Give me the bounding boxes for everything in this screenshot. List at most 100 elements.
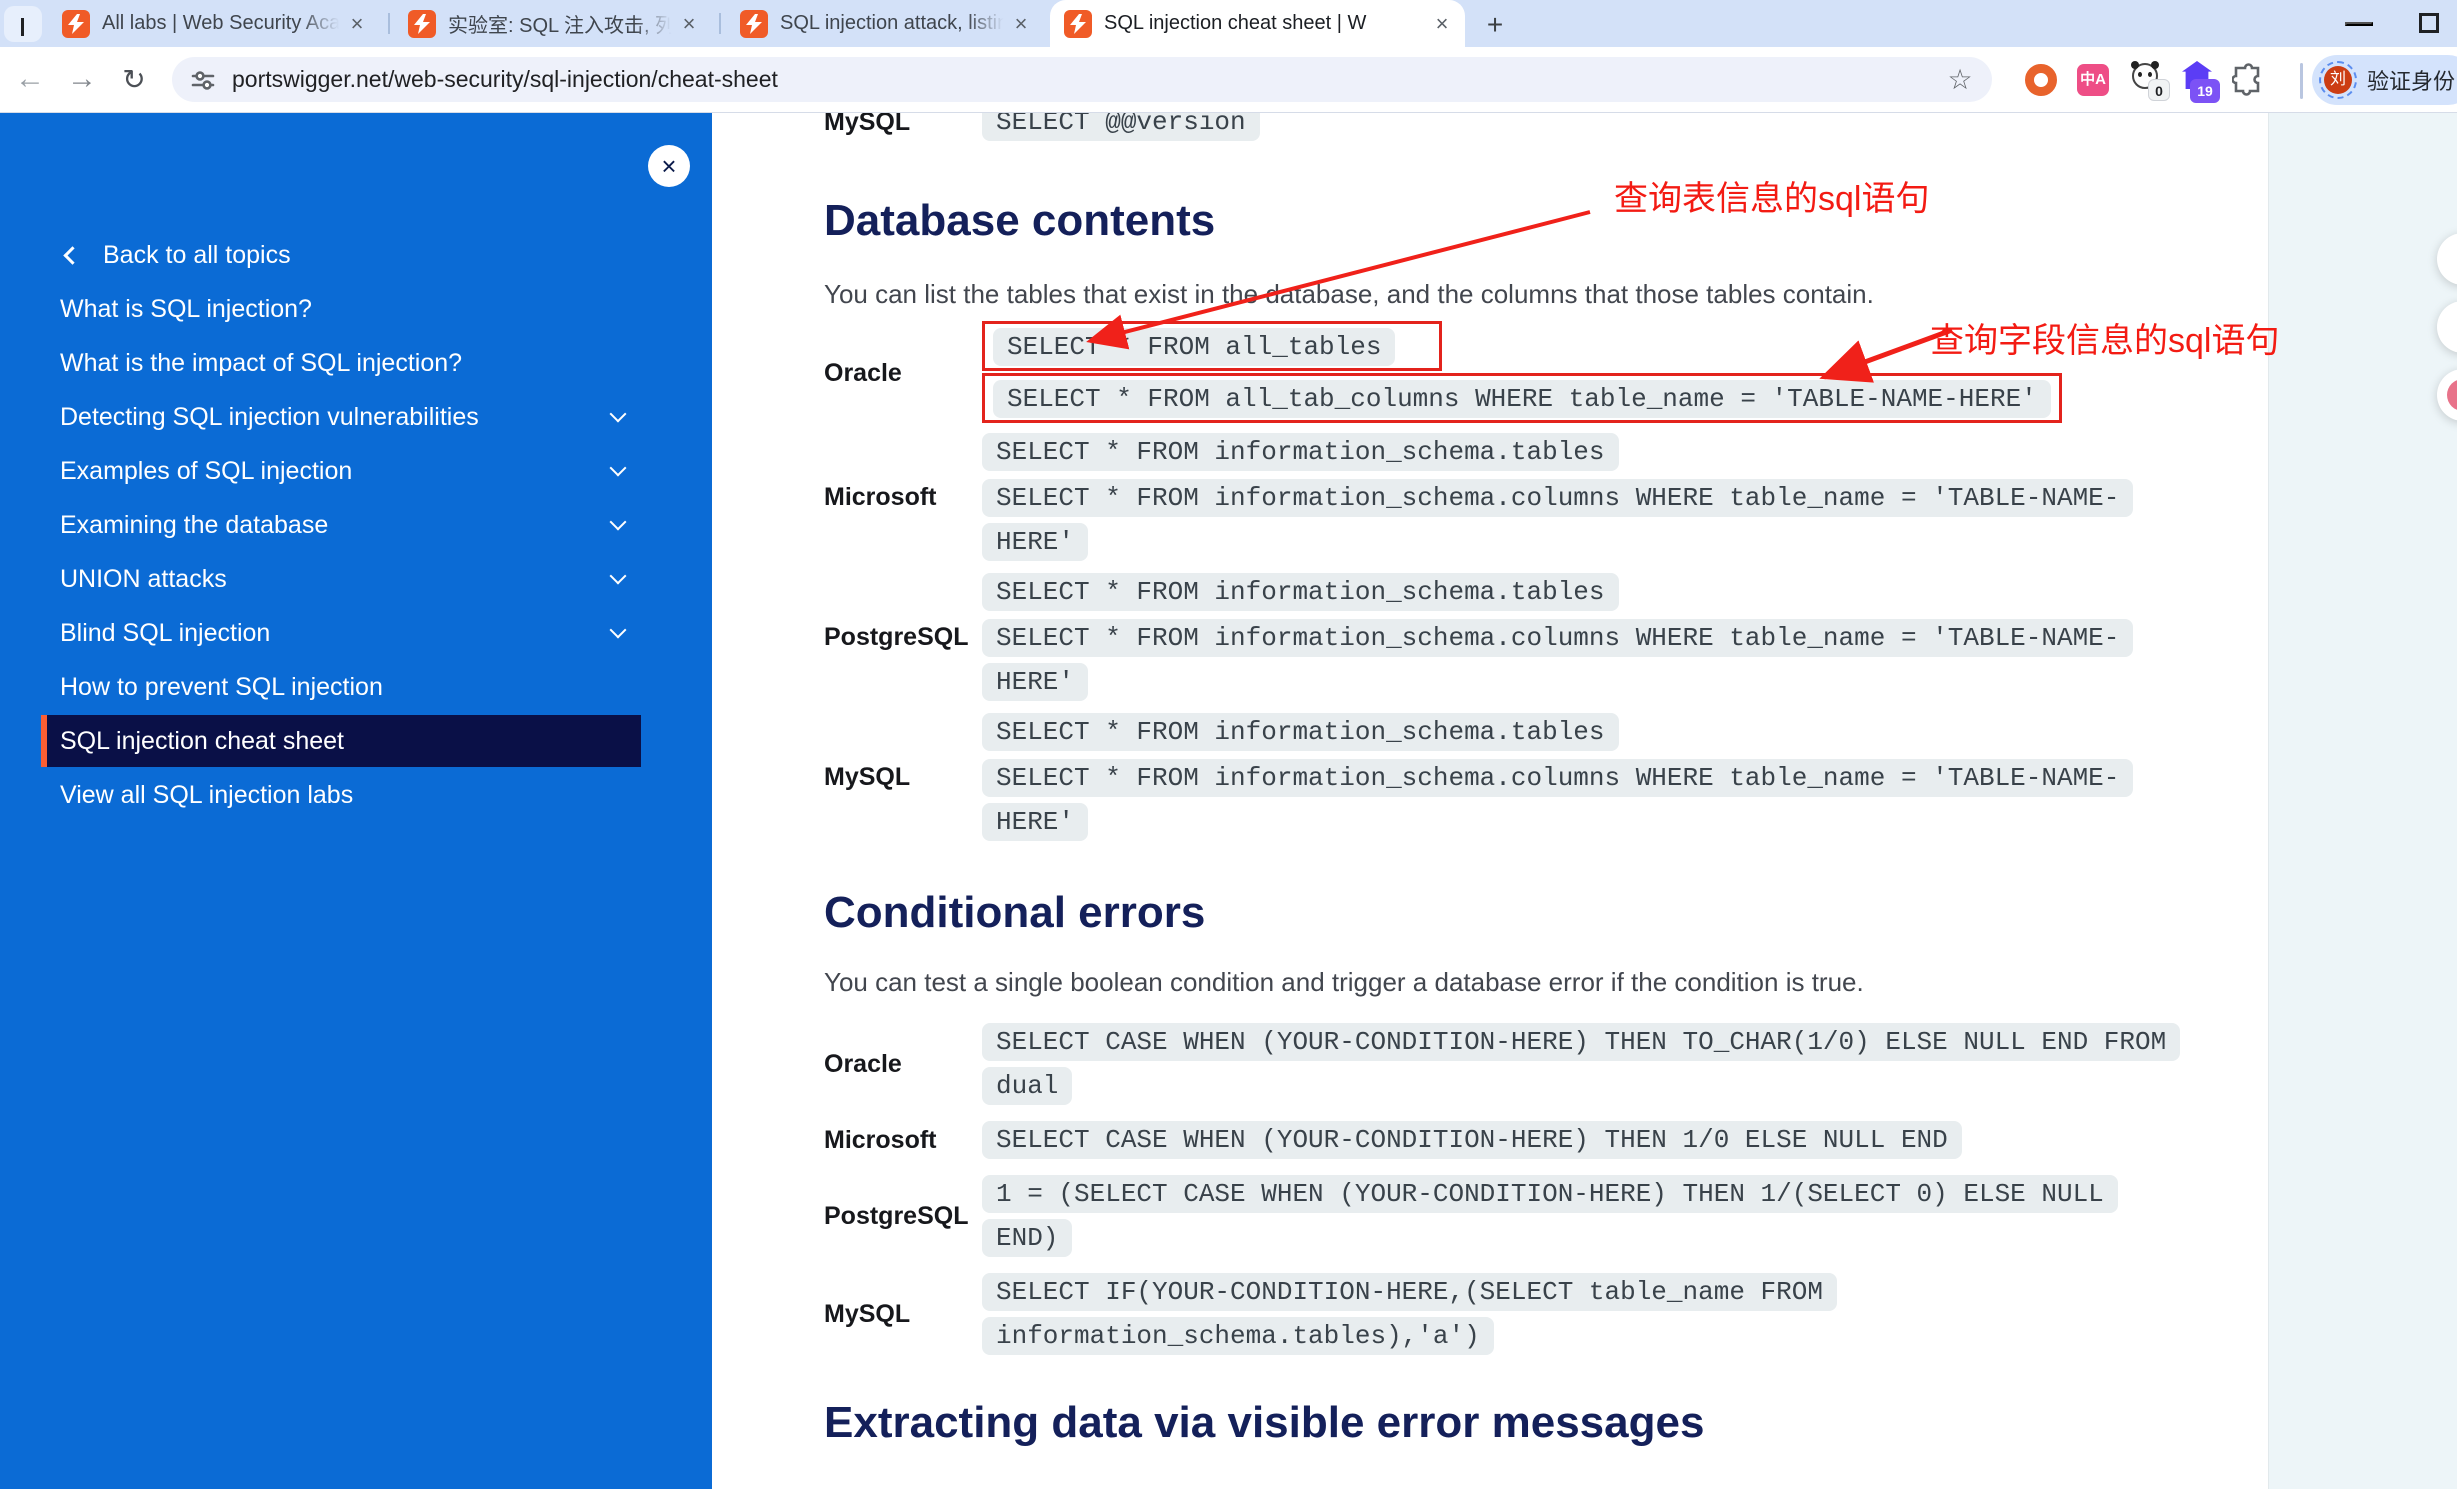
sidebar-item-view-all-labs[interactable]: View all SQL injection labs [0, 768, 712, 822]
sql-code: SELECT * FROM information_schema.columns… [982, 479, 2134, 561]
url-text[interactable]: portswigger.net/web-security/sql-injecti… [232, 66, 1942, 93]
tab-title: SQL injection attack, listing th [780, 12, 1008, 34]
page-right-strip [2268, 113, 2457, 1489]
code-row-microsoft: Microsoft SELECT * FROM information_sche… [824, 429, 2268, 565]
db-label: Oracle [824, 358, 902, 387]
tab-title: SQL injection cheat sheet | W [1104, 12, 1367, 34]
browser-window: All labs | Web Security Acade × 实验室: SQL… [0, 0, 2457, 1489]
avatar-ring: 刘 [2319, 61, 2357, 99]
tab-search-button[interactable] [4, 6, 42, 42]
red-highlight-box: SELECT * FROM all_tables [982, 321, 1443, 371]
floating-action-button[interactable] [2437, 233, 2457, 285]
portswigger-favicon-icon [408, 9, 436, 38]
floating-feedback-button[interactable] [2437, 369, 2457, 421]
sql-code: SELECT @@version [982, 113, 1260, 141]
sql-code: SELECT * FROM information_schema.columns… [982, 619, 2134, 701]
tab-strip: All labs | Web Security Acade × 实验室: SQL… [0, 0, 2457, 47]
sidebar-item-examples[interactable]: Examples of SQL injection [0, 444, 712, 498]
annotation-columns-note: 查询字段信息的sql语句 [1930, 322, 2280, 360]
sidebar-item-blind-sqli[interactable]: Blind SQL injection [0, 606, 712, 660]
sql-code: 1 = (SELECT CASE WHEN (YOUR-CONDITION-HE… [982, 1175, 2118, 1257]
tab-close-icon[interactable]: × [676, 11, 702, 37]
portswigger-favicon-icon [1064, 9, 1092, 38]
toolbar-divider [2300, 63, 2303, 99]
extension-panda-icon[interactable]: 0 [2124, 59, 2170, 101]
bookmark-star-icon[interactable]: ☆ [1942, 62, 1978, 98]
page-viewport: MySQL SELECT @@version Database contents… [0, 113, 2457, 1489]
db-label: PostgreSQL [824, 1201, 969, 1230]
sidebar-item-cheat-sheet-active[interactable]: SQL injection cheat sheet [41, 715, 641, 767]
extension-badge: 19 [2190, 79, 2220, 103]
sidebar-back-link[interactable]: Back to all topics [0, 233, 712, 277]
db-label: Microsoft [824, 1125, 937, 1154]
browser-toolbar: ← → ↻ portswigger.net/web-security/sql-i… [0, 47, 2457, 113]
tab-lab-cn[interactable]: 实验室: SQL 注入攻击, 列出 × [394, 0, 712, 47]
sql-code: SELECT CASE WHEN (YOUR-CONDITION-HERE) T… [982, 1023, 2181, 1105]
extension-house-icon[interactable]: 19 [2176, 59, 2220, 103]
extension-orange-circle-icon[interactable] [2020, 59, 2062, 101]
tab-sqli-attack[interactable]: SQL injection attack, listing th × [726, 0, 1044, 47]
sidebar-item-examining[interactable]: Examining the database [0, 498, 712, 552]
annotation-tables-note: 查询表信息的sql语句 [1614, 180, 1930, 218]
extensions-puzzle-icon[interactable] [2228, 59, 2270, 101]
sql-code: SELECT CASE WHEN (YOUR-CONDITION-HERE) T… [982, 1121, 1962, 1159]
sidebar-item-union-attacks[interactable]: UNION attacks [0, 552, 712, 606]
extension-translate-icon[interactable]: 中A [2072, 59, 2114, 101]
db-label: Oracle [824, 1049, 902, 1078]
code-row-version: MySQL SELECT @@version [824, 113, 2268, 145]
sql-code: SELECT * FROM information_schema.tables [982, 573, 1619, 611]
chevron-down-icon[interactable] [609, 567, 627, 585]
sql-code: SELECT * FROM information_schema.tables [982, 433, 1619, 471]
sql-code: SELECT * FROM all_tab_columns WHERE tabl… [993, 380, 2051, 418]
tab-close-icon[interactable]: × [1008, 11, 1034, 37]
db-label: MySQL [824, 1299, 911, 1328]
window-maximize-button[interactable] [2419, 13, 2439, 33]
tab-cheat-sheet-active[interactable]: SQL injection cheat sheet | W × [1050, 0, 1465, 47]
sidebar-close-icon[interactable]: × [648, 145, 690, 187]
code-row-mysql: MySQL SELECT IF(YOUR-CONDITION-HERE,(SEL… [824, 1269, 2268, 1359]
section-intro: You can list the tables that exist in th… [824, 279, 1874, 309]
extension-badge: 0 [2148, 79, 2170, 101]
sidebar-item-impact[interactable]: What is the impact of SQL injection? [0, 336, 712, 390]
floating-action-button[interactable] [2437, 301, 2457, 353]
back-button[interactable]: ← [8, 57, 52, 101]
chevron-down-icon [20, 18, 24, 36]
reload-button[interactable]: ↻ [112, 57, 156, 101]
tab-close-icon[interactable]: × [1429, 11, 1455, 37]
section-title-conditional-errors: Conditional errors [824, 888, 1206, 937]
section-title-extracting-data: Extracting data via visible error messag… [824, 1398, 1705, 1447]
section-intro: You can test a single boolean condition … [824, 967, 1864, 997]
topic-sidebar: × Back to all topics What is SQL injecti… [0, 113, 712, 1489]
chevron-down-icon[interactable] [609, 459, 627, 477]
tab-all-labs[interactable]: All labs | Web Security Acade × [48, 0, 380, 47]
code-row-mysql: MySQL SELECT * FROM information_schema.t… [824, 709, 2268, 845]
site-info-icon[interactable] [188, 65, 218, 95]
db-label: MySQL [824, 762, 911, 791]
sidebar-item-what-is-sqli[interactable]: What is SQL injection? [0, 282, 712, 336]
code-row-microsoft: Microsoft SELECT CASE WHEN (YOUR-CONDITI… [824, 1117, 2268, 1163]
sql-code: SELECT IF(YOUR-CONDITION-HERE,(SELECT ta… [982, 1273, 1837, 1355]
chevron-down-icon[interactable] [609, 621, 627, 639]
sql-code: SELECT * FROM information_schema.columns… [982, 759, 2134, 841]
sidebar-nav: What is SQL injection? What is the impac… [0, 282, 712, 822]
section-title-database-contents: Database contents [824, 196, 1216, 245]
sidebar-item-prevent[interactable]: How to prevent SQL injection [0, 660, 712, 714]
code-row-postgresql: PostgreSQL 1 = (SELECT CASE WHEN (YOUR-C… [824, 1171, 2268, 1261]
red-highlight-box: SELECT * FROM all_tab_columns WHERE tabl… [982, 373, 2062, 423]
code-row-oracle: Oracle SELECT CASE WHEN (YOUR-CONDITION-… [824, 1019, 2268, 1109]
chevron-down-icon[interactable] [609, 405, 627, 423]
db-label: PostgreSQL [824, 622, 969, 651]
sql-code: SELECT * FROM all_tables [993, 328, 1396, 366]
sql-code: SELECT * FROM information_schema.tables [982, 713, 1619, 751]
forward-button[interactable]: → [60, 57, 104, 101]
chevron-down-icon[interactable] [609, 513, 627, 531]
window-minimize-button[interactable] [2345, 22, 2373, 26]
db-label: Microsoft [824, 482, 937, 511]
address-bar[interactable]: portswigger.net/web-security/sql-injecti… [172, 57, 1992, 102]
new-tab-button[interactable]: + [1478, 8, 1512, 42]
tab-separator [719, 13, 721, 34]
sidebar-item-detecting[interactable]: Detecting SQL injection vulnerabilities [0, 390, 712, 444]
profile-button[interactable]: 刘 验证身份 [2312, 55, 2457, 105]
code-row-postgresql: PostgreSQL SELECT * FROM information_sch… [824, 569, 2268, 705]
tab-close-icon[interactable]: × [344, 11, 370, 37]
